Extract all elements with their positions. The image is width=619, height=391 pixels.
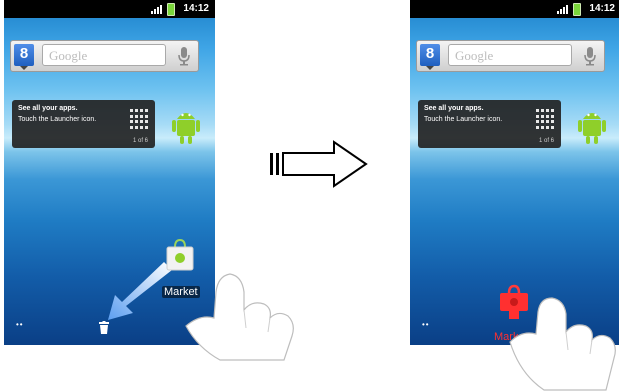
page-indicator: •• xyxy=(422,320,430,329)
status-bar: 14:12 xyxy=(4,0,215,18)
google-search-widget[interactable]: 8 Google xyxy=(10,40,199,72)
launcher-grid-icon[interactable] xyxy=(130,109,150,129)
launcher-tip-card: See all your apps. Touch the Launcher ic… xyxy=(418,100,561,148)
search-input[interactable]: Google xyxy=(448,44,572,66)
status-time: 14:12 xyxy=(589,3,615,14)
google-letter: 8 xyxy=(19,45,29,62)
status-time: 14:12 xyxy=(183,3,209,14)
mic-icon[interactable] xyxy=(583,46,597,66)
launcher-grid-icon[interactable] xyxy=(536,109,556,129)
launcher-tip-card: See all your apps. Touch the Launcher ic… xyxy=(12,100,155,148)
tip-title: See all your apps. xyxy=(424,105,484,112)
tip-page-indicator: 1 of 6 xyxy=(538,138,554,144)
google-search-widget[interactable]: 8 Google xyxy=(416,40,605,72)
battery-icon xyxy=(573,3,581,16)
tip-page-indicator: 1 of 6 xyxy=(132,138,148,144)
android-icon xyxy=(172,113,200,144)
status-bar: 14:12 xyxy=(410,0,619,18)
signal-icon xyxy=(151,5,162,14)
android-icon xyxy=(578,113,606,144)
mic-icon[interactable] xyxy=(177,46,191,66)
google-search-icon[interactable]: 8 xyxy=(420,44,440,66)
tip-title: See all your apps. xyxy=(18,105,78,112)
google-search-icon[interactable]: 8 xyxy=(14,44,34,66)
chevron-down-icon xyxy=(20,66,28,70)
hand-icon xyxy=(509,297,616,391)
battery-icon xyxy=(167,3,175,16)
arrow-icon xyxy=(270,140,368,188)
page-indicator: •• xyxy=(16,320,24,329)
google-letter: 8 xyxy=(425,45,435,62)
trash-icon[interactable] xyxy=(99,321,109,334)
hand-icon xyxy=(185,273,294,361)
tip-body: Touch the Launcher icon. xyxy=(424,116,503,123)
signal-icon xyxy=(557,5,568,14)
tip-body: Touch the Launcher icon. xyxy=(18,116,97,123)
search-input[interactable]: Google xyxy=(42,44,166,66)
chevron-down-icon xyxy=(426,66,434,70)
